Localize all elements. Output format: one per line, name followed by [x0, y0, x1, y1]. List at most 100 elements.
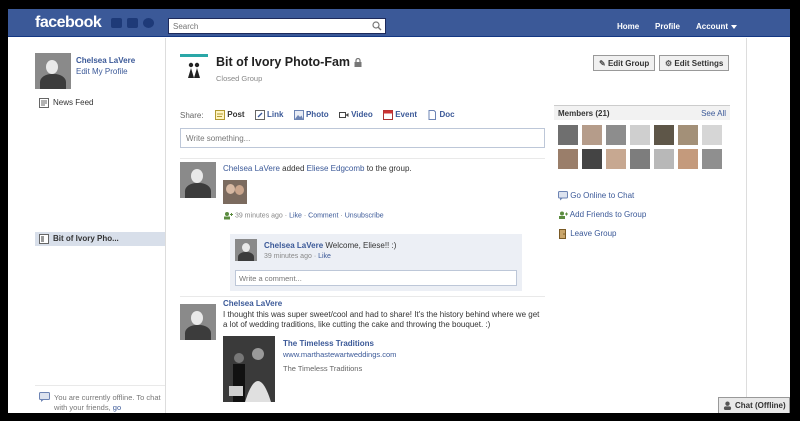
member-photo[interactable]	[654, 149, 674, 169]
edit-settings-button[interactable]: ⚙ Edit Settings	[659, 55, 730, 71]
facebook-logo[interactable]: facebook	[35, 14, 102, 32]
story-verb: added	[282, 164, 305, 173]
member-photo[interactable]	[606, 125, 626, 145]
member-photo[interactable]	[630, 125, 650, 145]
chat-person-icon	[723, 401, 732, 410]
gear-icon: ⚙	[665, 59, 673, 68]
member-photo[interactable]	[582, 149, 602, 169]
comment-meta: 39 minutes ago · Like	[264, 253, 331, 260]
link-icon	[254, 110, 265, 120]
nav-account-label: Account	[696, 22, 728, 31]
add-friends-label: Add Friends to Group	[569, 210, 647, 220]
story-time: 39 minutes ago	[234, 212, 283, 220]
edit-group-label: Edit Group	[607, 59, 650, 68]
share-tabs: Post Link Photo Video Event Doc	[215, 110, 455, 120]
comment-placeholder: Write a comment...	[239, 274, 302, 283]
leave-group-action[interactable]: Leave Group	[558, 229, 617, 239]
leave-group-label: Leave Group	[570, 229, 617, 239]
comment-link[interactable]: Comment	[308, 212, 338, 219]
add-friends-action[interactable]: Add Friends to Group	[558, 210, 646, 220]
story2-author-link[interactable]: Chelsea LaVere	[223, 299, 282, 308]
notifications-icon[interactable]	[143, 18, 154, 28]
sidebar-item-group[interactable]: Bit of Ivory Pho...	[35, 232, 165, 246]
top-bar: facebook Home Profile Account	[8, 9, 790, 37]
friend-requests-icon[interactable]	[111, 18, 122, 28]
search-input[interactable]	[169, 19, 359, 33]
go-online-link[interactable]: go	[113, 403, 121, 412]
comment-avatar[interactable]	[235, 239, 257, 261]
like-link[interactable]: Like	[289, 212, 302, 219]
group-type: Closed Group	[216, 74, 263, 83]
share-tab-link[interactable]: Link	[254, 110, 284, 120]
nav-account[interactable]: Account	[696, 22, 737, 31]
members-header: Members (21) See All	[554, 105, 730, 120]
user-avatar[interactable]	[35, 53, 71, 89]
members-count: Members (21)	[558, 109, 610, 118]
nav-profile[interactable]: Profile	[655, 22, 680, 31]
left-divider	[35, 385, 165, 386]
composer-input[interactable]: Write something...	[180, 128, 545, 148]
member-photo[interactable]	[606, 149, 626, 169]
story2-text: I thought this was super sweet/cool and …	[223, 310, 540, 329]
added-member-photo[interactable]	[223, 180, 247, 204]
member-photo[interactable]	[630, 149, 650, 169]
comment-time: 39 minutes ago	[264, 253, 312, 260]
edit-profile-link[interactable]: Edit My Profile	[76, 67, 128, 76]
offline-notice: You are currently offline. To chat with …	[54, 393, 162, 413]
offline-text: You are currently offline. To chat with …	[54, 393, 161, 412]
story-headline: Chelsea LaVere added Eliese Edgcomb to t…	[223, 164, 412, 173]
left-column-border	[165, 38, 166, 413]
comment-like-link[interactable]: Like	[318, 253, 331, 260]
comment-author-link[interactable]: Chelsea LaVere	[264, 241, 323, 250]
share-label: Share:	[180, 111, 204, 120]
share-tab-post[interactable]: Post	[215, 110, 245, 120]
story-avatar[interactable]	[180, 162, 216, 198]
share-tab-event[interactable]: Event	[382, 110, 417, 120]
search-icon[interactable]	[372, 21, 382, 31]
story2-avatar[interactable]	[180, 304, 216, 340]
comment-input[interactable]: Write a comment...	[235, 270, 517, 286]
leave-door-icon	[559, 229, 566, 239]
member-photo[interactable]	[702, 149, 722, 169]
messages-icon[interactable]	[127, 18, 138, 28]
nav-home[interactable]: Home	[617, 22, 639, 31]
news-feed-label: News Feed	[53, 98, 94, 107]
member-photo[interactable]	[558, 125, 578, 145]
link-title[interactable]: The Timeless Traditions	[283, 339, 374, 348]
member-photo[interactable]	[654, 125, 674, 145]
go-online-chat-label: Go Online to Chat	[570, 191, 635, 201]
group-icon	[39, 234, 49, 244]
group-name: Bit of Ivory Photo-Fam	[216, 55, 351, 69]
event-icon	[382, 110, 393, 120]
story-meta: 39 minutes ago · Like · Comment · Unsubs…	[223, 211, 384, 220]
story-actor-link[interactable]: Chelsea LaVere	[223, 164, 280, 173]
see-all-link[interactable]: See All	[701, 109, 726, 118]
unsubscribe-link[interactable]: Unsubscribe	[345, 212, 384, 219]
news-feed-icon	[39, 98, 49, 108]
link-url[interactable]: www.marthastewartweddings.com	[283, 350, 396, 359]
group-logo[interactable]	[180, 54, 208, 82]
edit-group-button[interactable]: ✎ Edit Group	[593, 55, 656, 71]
member-photo[interactable]	[678, 125, 698, 145]
pencil-icon: ✎	[599, 59, 606, 68]
video-icon	[338, 112, 349, 118]
chat-offline-icon	[39, 392, 50, 402]
user-name-link[interactable]: Chelsea LaVere	[76, 56, 135, 65]
link-thumbnail[interactable]	[223, 336, 275, 402]
share-tab-photo[interactable]: Photo	[293, 110, 329, 120]
story-suffix: to the group.	[366, 164, 412, 173]
share-tab-video[interactable]: Video	[338, 110, 373, 120]
add-friend-icon	[224, 212, 233, 220]
go-online-chat-action[interactable]: Go Online to Chat	[558, 191, 634, 201]
wedding-photo-image	[223, 336, 275, 402]
comment-text: Welcome, Eliese!! :)	[325, 241, 397, 250]
doc-icon	[428, 110, 437, 120]
member-photo[interactable]	[558, 149, 578, 169]
search-box	[168, 18, 386, 34]
story-object-link[interactable]: Eliese Edgcomb	[307, 164, 365, 173]
member-photo[interactable]	[702, 125, 722, 145]
member-photo[interactable]	[582, 125, 602, 145]
chat-bar[interactable]: Chat (Offline)	[718, 397, 790, 413]
share-tab-doc[interactable]: Doc	[427, 110, 455, 120]
member-photo[interactable]	[678, 149, 698, 169]
